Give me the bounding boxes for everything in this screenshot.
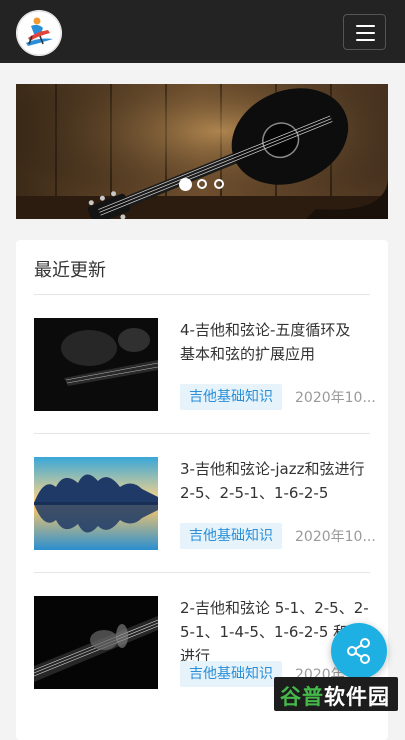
category-tag[interactable]: 吉他基础知识 [180,384,282,410]
watermark-text: 谷普软件园 [280,681,390,711]
guitar-neck-dark-thumbnail [34,596,158,689]
watermark-part2: 软件园 [324,685,390,709]
section-title: 最近更新 [34,260,106,281]
divider [34,433,370,434]
article-title-line[interactable]: 基本和弦的扩展应用 [180,342,375,366]
category-tag[interactable]: 吉他基础知识 [180,661,282,687]
top-navbar [0,0,405,63]
divider [34,572,370,573]
watermark-part1: 谷普 [280,685,324,709]
guitar-player-logo-icon [16,10,62,56]
hamburger-menu-icon [356,32,375,34]
article-thumbnail[interactable] [34,457,158,550]
article-thumbnail[interactable] [34,318,158,411]
article-title[interactable]: 3-吉他和弦论-jazz和弦进行 2-5、2-5-1、1-6-2-5 [180,457,375,505]
article-title-line[interactable]: 4-吉他和弦论-五度循环及 [180,318,375,342]
article-thumbnail[interactable] [34,596,158,689]
article-title-line[interactable]: 3-吉他和弦论-jazz和弦进行 [180,457,375,481]
carousel-dot-2[interactable] [197,179,207,189]
publish-date: 2020年10... [295,390,376,406]
article-title-line[interactable]: 2-5、2-5-1、1-6-2-5 [180,481,375,505]
hamburger-menu-icon [356,39,375,41]
carousel-dot-3[interactable] [214,179,224,189]
article-title-line[interactable]: 2-吉他和弦论 5-1、2-5、2- [180,596,375,620]
menu-toggle-button[interactable] [343,14,386,50]
share-icon [347,638,370,664]
guitarist-dark-thumbnail [34,318,158,411]
hamburger-menu-icon [356,25,375,27]
site-watermark: 谷普软件园 [274,677,398,711]
category-tag[interactable]: 吉他基础知识 [180,523,282,549]
article-title[interactable]: 4-吉他和弦论-五度循环及 基本和弦的扩展应用 [180,318,375,366]
hero-banner-carousel[interactable] [16,84,388,219]
guitar-trees-reflection-thumbnail [34,457,158,550]
carousel-dot-1[interactable] [179,178,192,191]
site-logo[interactable] [16,10,62,56]
divider [34,294,370,295]
publish-date: 2020年10... [295,529,376,545]
acoustic-guitar-banner-image [16,84,388,219]
share-button[interactable] [331,623,387,679]
